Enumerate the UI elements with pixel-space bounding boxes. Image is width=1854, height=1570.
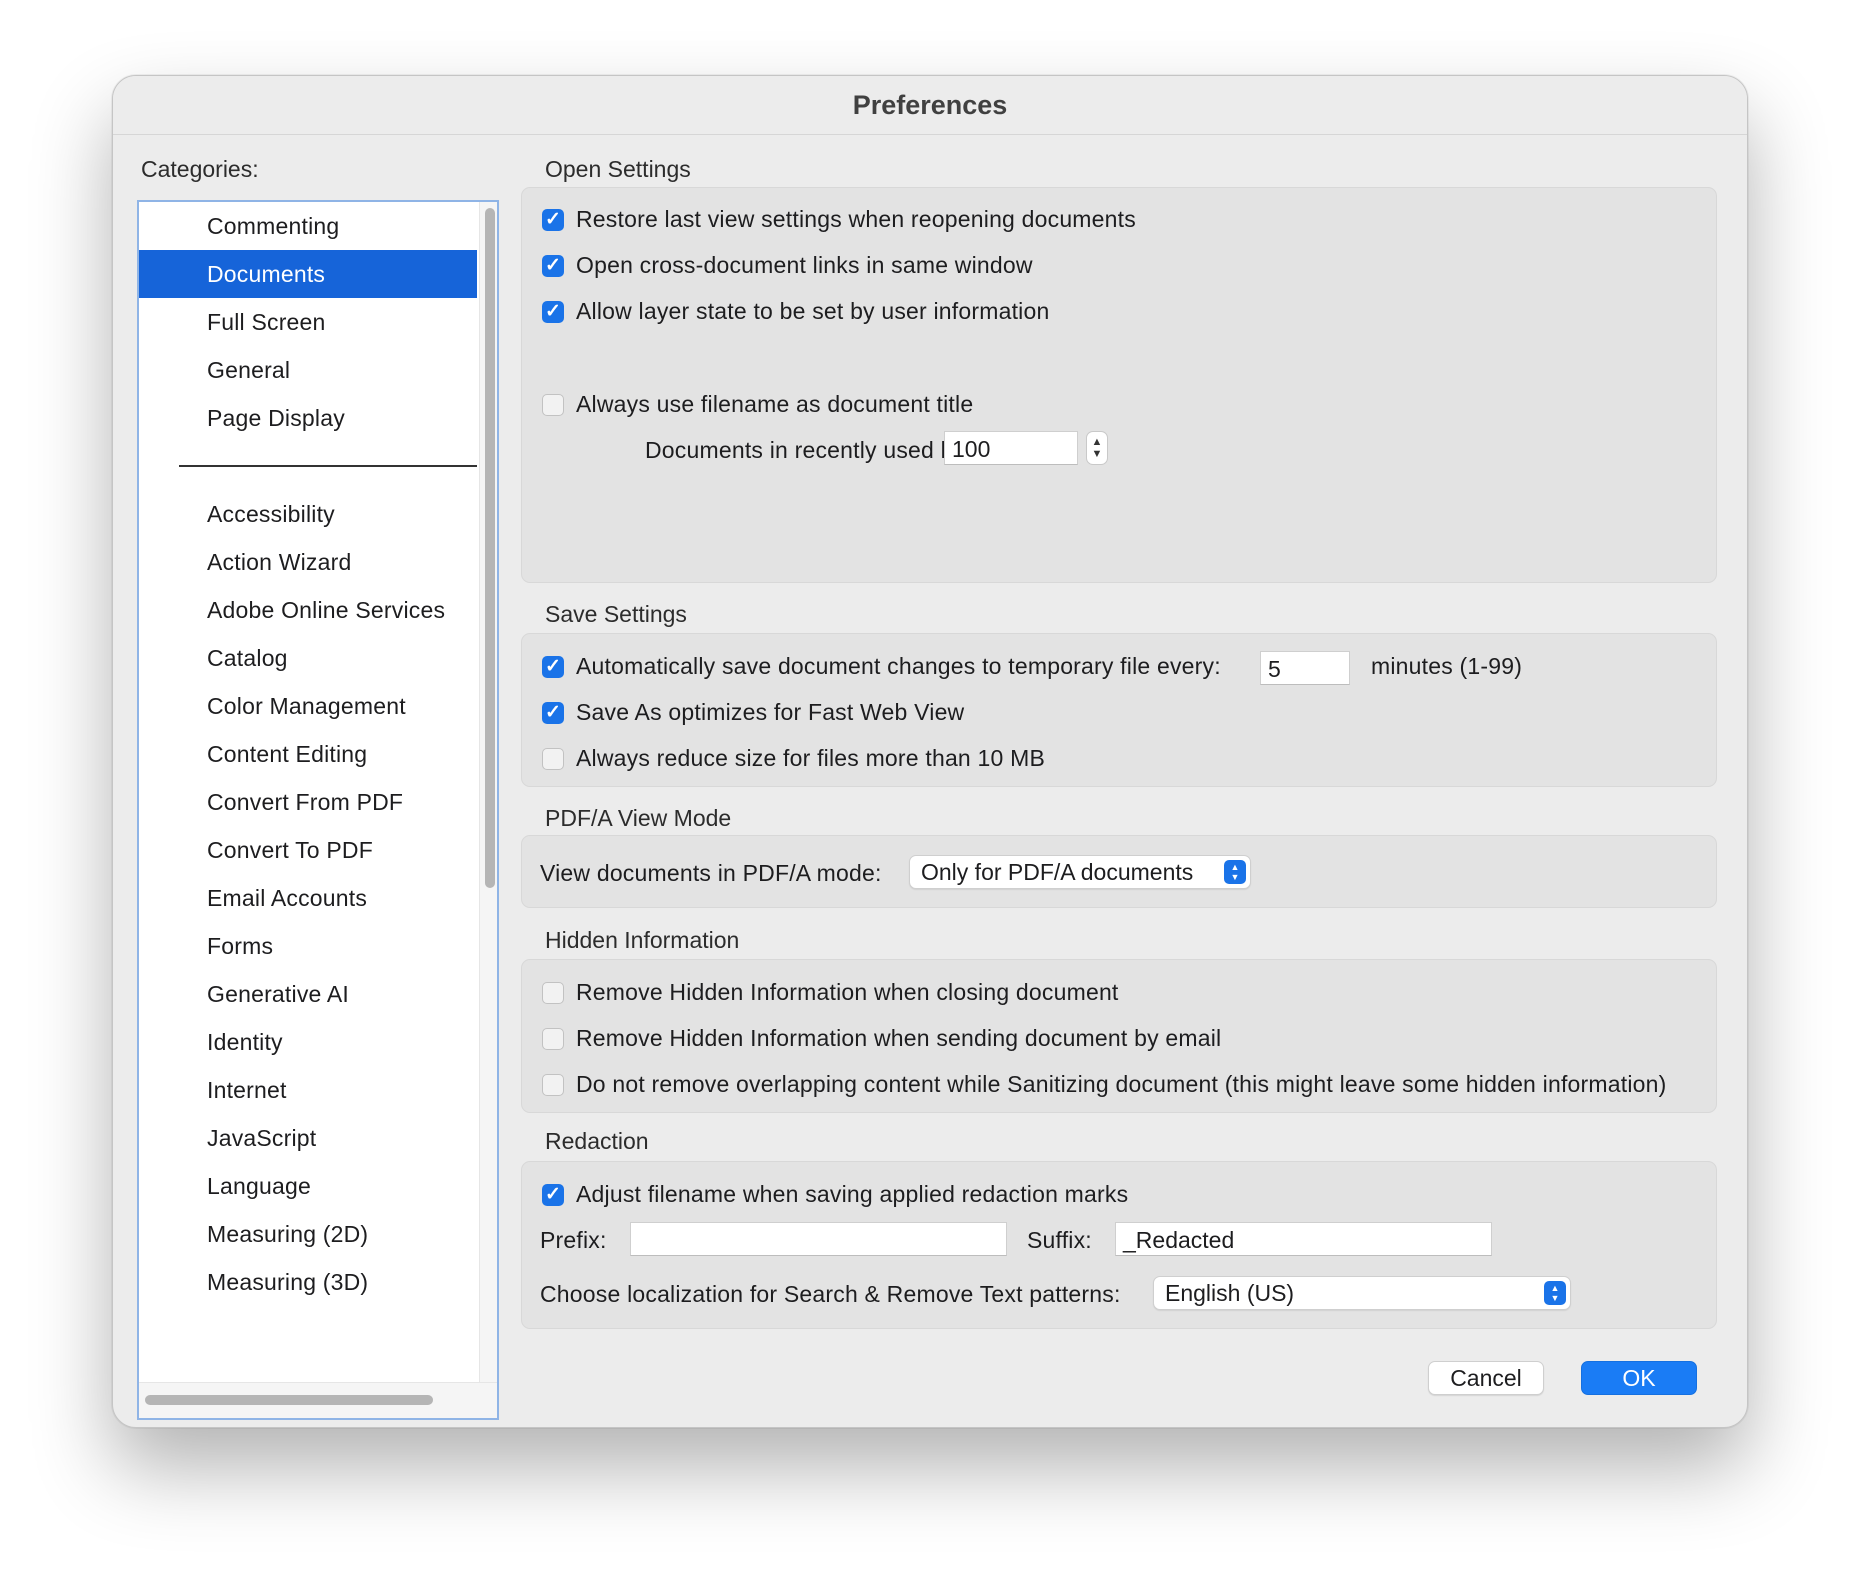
hidden-info-close-label: Remove Hidden Information when closing d… — [576, 979, 1119, 1005]
open-settings-title: Open Settings — [545, 156, 691, 182]
autosave-label: Automatically save document changes to t… — [576, 653, 1221, 679]
category-item-full-screen[interactable]: Full Screen — [139, 298, 477, 346]
cancel-button[interactable]: Cancel — [1428, 1361, 1544, 1395]
redaction-title: Redaction — [545, 1128, 649, 1154]
category-item-generative-ai[interactable]: Generative AI — [139, 970, 477, 1018]
category-item-language[interactable]: Language — [139, 1162, 477, 1210]
category-item-commenting[interactable]: Commenting — [139, 202, 477, 250]
layer-state-option[interactable]: Allow layer state to be set by user info… — [542, 298, 1049, 325]
reduce-size-option[interactable]: Always reduce size for files more than 1… — [542, 745, 1045, 772]
ok-button[interactable]: OK — [1581, 1361, 1697, 1395]
autosave-option[interactable]: Automatically save document changes to t… — [542, 653, 1221, 680]
hidden-info-email-option[interactable]: Remove Hidden Information when sending d… — [542, 1025, 1221, 1052]
hidden-info-close-checkbox[interactable] — [542, 981, 564, 1004]
cross-doc-links-label: Open cross-document links in same window — [576, 252, 1033, 278]
pdfa-mode-value: Only for PDF/A documents — [921, 859, 1194, 885]
reduce-size-label: Always reduce size for files more than 1… — [576, 745, 1045, 771]
prefix-label: Prefix: — [540, 1227, 607, 1253]
suffix-label: Suffix: — [1027, 1227, 1092, 1253]
overlapping-content-label: Do not remove overlapping content while … — [576, 1071, 1667, 1097]
overlapping-content-checkbox[interactable] — [542, 1073, 564, 1096]
category-item-page-display[interactable]: Page Display — [139, 394, 477, 442]
restore-last-view-option[interactable]: Restore last view settings when reopenin… — [542, 206, 1136, 233]
pdfa-mode-select[interactable]: Only for PDF/A documents ▲ ▼ — [909, 855, 1251, 889]
save-settings-group: Automatically save document changes to t… — [521, 633, 1717, 787]
category-item-action-wizard[interactable]: Action Wizard — [139, 538, 477, 586]
prefix-field[interactable] — [630, 1222, 1007, 1256]
category-item-identity[interactable]: Identity — [139, 1018, 477, 1066]
adjust-filename-checkbox[interactable] — [542, 1183, 564, 1206]
adjust-filename-label: Adjust filename when saving applied reda… — [576, 1181, 1129, 1207]
cross-doc-links-checkbox[interactable] — [542, 254, 564, 277]
hidden-info-email-label: Remove Hidden Information when sending d… — [576, 1025, 1222, 1051]
window-title: Preferences — [852, 89, 1008, 120]
localization-select[interactable]: English (US) ▲ ▼ — [1153, 1276, 1571, 1310]
recent-list-label: Documents in recently used list: — [645, 437, 977, 463]
autosave-minutes-field[interactable]: 5 — [1260, 651, 1350, 685]
category-item-color-management[interactable]: Color Management — [139, 682, 477, 730]
category-item-general[interactable]: General — [139, 346, 477, 394]
category-item-content-editing[interactable]: Content Editing — [139, 730, 477, 778]
category-item-forms[interactable]: Forms — [139, 922, 477, 970]
hidden-info-email-checkbox[interactable] — [542, 1027, 564, 1050]
category-item-accessibility[interactable]: Accessibility — [139, 490, 477, 538]
title-bar: Preferences — [113, 76, 1747, 135]
adjust-filename-option[interactable]: Adjust filename when saving applied reda… — [542, 1181, 1128, 1208]
stepper-down-icon[interactable]: ▼ — [1092, 448, 1103, 460]
filename-title-option[interactable]: Always use filename as document title — [542, 391, 973, 418]
reduce-size-checkbox[interactable] — [542, 747, 564, 770]
category-item-measuring-2d[interactable]: Measuring (2D) — [139, 1210, 477, 1258]
save-settings-title: Save Settings — [545, 601, 687, 627]
overlapping-content-option[interactable]: Do not remove overlapping content while … — [542, 1071, 1666, 1098]
stepper-up-icon[interactable]: ▲ — [1092, 436, 1103, 448]
pdfa-title: PDF/A View Mode — [545, 805, 732, 831]
categories-label: Categories: — [141, 156, 259, 182]
category-item-convert-from-pdf[interactable]: Convert From PDF — [139, 778, 477, 826]
autosave-units-label: minutes (1-99) — [1371, 653, 1523, 679]
layer-state-checkbox[interactable] — [542, 300, 564, 323]
restore-last-view-label: Restore last view settings when reopenin… — [576, 206, 1136, 232]
horizontal-scrollbar-thumb[interactable] — [145, 1395, 433, 1405]
layer-state-label: Allow layer state to be set by user info… — [576, 298, 1050, 324]
restore-last-view-checkbox[interactable] — [542, 208, 564, 231]
preferences-dialog: Preferences Categories: Commenting Docum… — [112, 75, 1748, 1428]
category-divider — [179, 465, 477, 467]
category-item-convert-to-pdf[interactable]: Convert To PDF — [139, 826, 477, 874]
select-arrows-icon: ▲ ▼ — [1544, 1281, 1566, 1305]
cross-doc-links-option[interactable]: Open cross-document links in same window — [542, 252, 1033, 279]
autosave-checkbox[interactable] — [542, 655, 564, 678]
redaction-group: Adjust filename when saving applied reda… — [521, 1161, 1717, 1329]
category-item-adobe-online-services[interactable]: Adobe Online Services — [139, 586, 477, 634]
hidden-info-group: Remove Hidden Information when closing d… — [521, 959, 1717, 1113]
category-item-catalog[interactable]: Catalog — [139, 634, 477, 682]
recent-list-field[interactable]: 100 — [944, 431, 1078, 465]
fast-web-view-checkbox[interactable] — [542, 701, 564, 724]
category-item-internet[interactable]: Internet — [139, 1066, 477, 1114]
fast-web-view-label: Save As optimizes for Fast Web View — [576, 699, 965, 725]
suffix-field[interactable]: _Redacted — [1115, 1222, 1492, 1256]
hidden-info-title: Hidden Information — [545, 927, 740, 953]
filename-title-checkbox[interactable] — [542, 393, 564, 416]
localization-value: English (US) — [1165, 1280, 1295, 1306]
select-arrows-icon: ▲ ▼ — [1224, 860, 1246, 884]
category-item-javascript[interactable]: JavaScript — [139, 1114, 477, 1162]
category-item-documents[interactable]: Documents — [139, 250, 477, 298]
filename-title-label: Always use filename as document title — [576, 391, 974, 417]
vertical-scrollbar-thumb[interactable] — [485, 208, 495, 888]
recent-list-stepper[interactable]: ▲ ▼ — [1086, 431, 1108, 465]
fast-web-view-option[interactable]: Save As optimizes for Fast Web View — [542, 699, 964, 726]
open-settings-group: Restore last view settings when reopenin… — [521, 187, 1717, 583]
category-item-measuring-3d[interactable]: Measuring (3D) — [139, 1258, 477, 1306]
pdfa-group: View documents in PDF/A mode: Only for P… — [521, 835, 1717, 908]
pdfa-mode-label: View documents in PDF/A mode: — [540, 860, 882, 886]
hidden-info-close-option[interactable]: Remove Hidden Information when closing d… — [542, 979, 1119, 1006]
localization-label: Choose localization for Search & Remove … — [540, 1281, 1121, 1307]
categories-list[interactable]: Commenting Documents Full Screen General… — [137, 200, 499, 1420]
category-item-email-accounts[interactable]: Email Accounts — [139, 874, 477, 922]
